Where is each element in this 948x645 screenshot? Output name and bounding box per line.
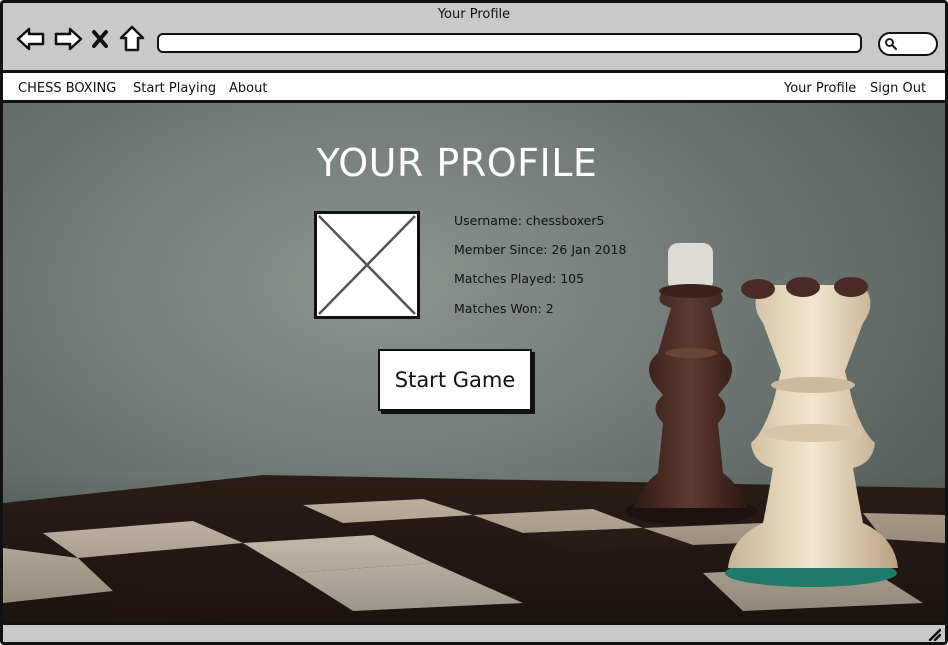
forward-button[interactable] [53,25,83,53]
site-navbar: CHESS BOXING Start Playing About Your Pr… [3,76,945,103]
window-title: Your Profile [437,7,511,22]
stop-button[interactable] [89,25,111,53]
nav-about[interactable]: About [229,81,267,96]
page-title: YOUR PROFILE [316,141,598,185]
matches-played-text: Matches Played: 105 [454,271,585,286]
profile-hero: YOUR PROFILE Username: chessboxer5 Membe… [3,103,945,622]
back-button[interactable] [16,25,46,53]
arrow-right-icon [54,27,83,51]
browser-window: Your Profile CHESS BOXING Start Playing … [0,0,948,645]
member-since-text: Member Since: 26 Jan 2018 [454,242,627,257]
profile-avatar-placeholder [314,211,420,319]
browser-search-box[interactable] [878,32,938,56]
arrow-left-icon [16,27,45,51]
browser-toolbar: Your Profile [3,3,945,73]
username-text: Username: chessboxer5 [454,213,605,228]
light-queen-piece [725,277,898,587]
home-icon [119,25,145,52]
nav-start-playing[interactable]: Start Playing [133,81,216,96]
image-placeholder-icon [318,215,416,315]
nav-sign-out[interactable]: Sign Out [870,81,926,96]
status-bar [3,622,945,642]
x-icon [92,30,108,48]
start-game-button[interactable]: Start Game [378,349,532,411]
matches-won-text: Matches Won: 2 [454,301,554,316]
home-button[interactable] [118,25,146,53]
address-bar[interactable] [157,33,862,53]
search-icon [885,38,897,50]
resize-grip-icon[interactable] [927,627,941,641]
nav-brand[interactable]: CHESS BOXING [18,81,116,96]
nav-your-profile[interactable]: Your Profile [784,81,856,96]
